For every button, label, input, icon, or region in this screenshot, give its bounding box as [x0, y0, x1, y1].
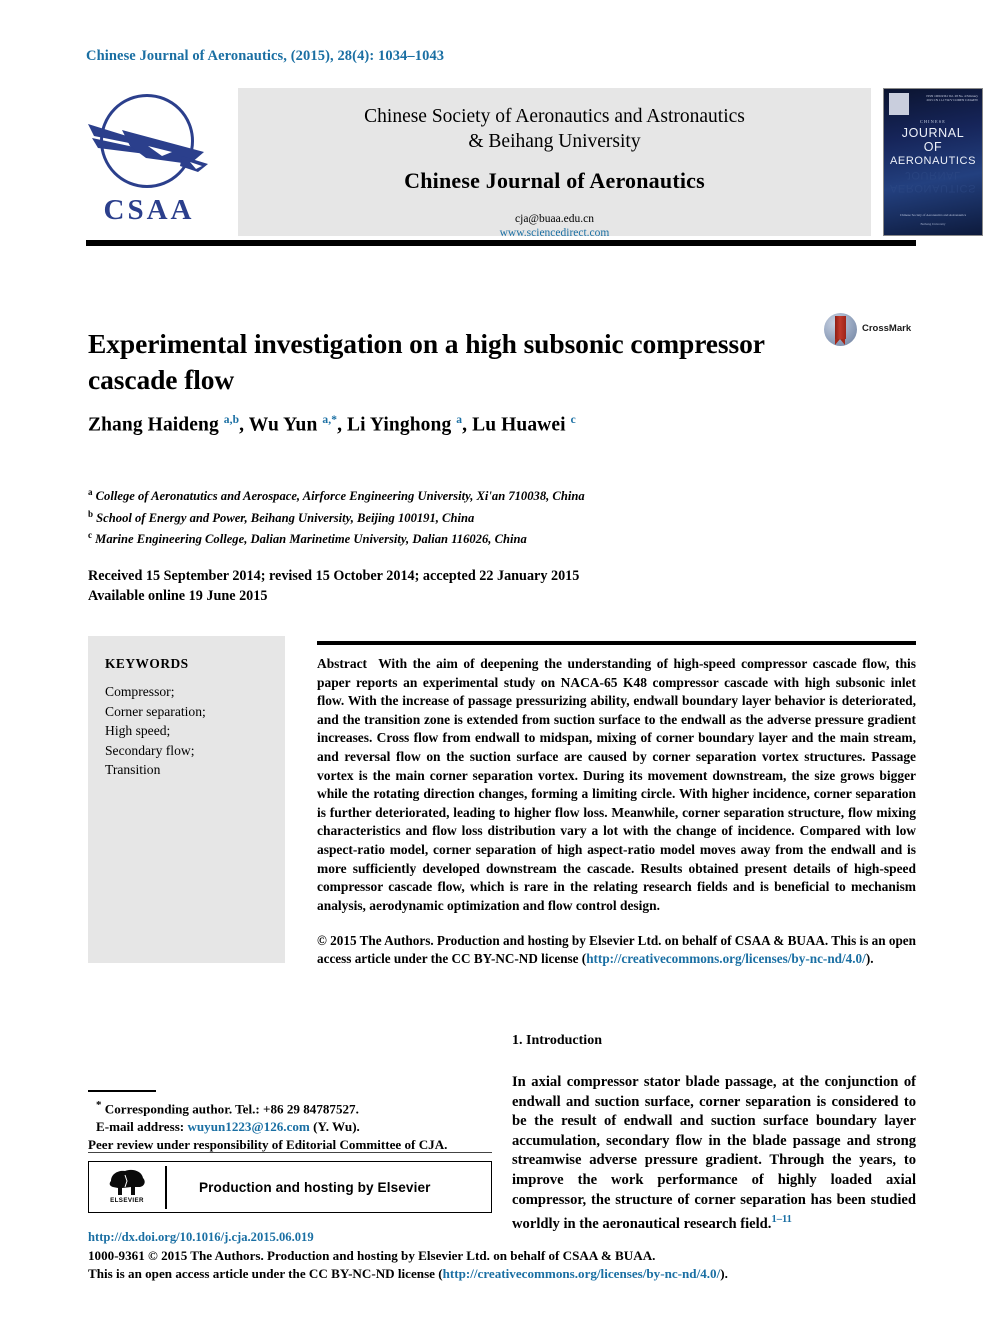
crossmark-icon: [824, 313, 857, 346]
header-grey-panel: Chinese Society of Aeronautics and Astro…: [238, 88, 871, 239]
elsevier-production-text: Production and hosting by Elsevier: [199, 1180, 431, 1195]
cover-title-reflection: AERONAUTICS JOURNAL: [884, 168, 982, 194]
abstract-copyright: © 2015 The Authors. Production and hosti…: [317, 932, 916, 969]
cover-reflection-line-2: JOURNAL: [905, 169, 961, 181]
affiliation-mark: a: [88, 487, 93, 497]
email-suffix: (Y. Wu).: [313, 1119, 360, 1135]
article-dates: Received 15 September 2014; revised 15 O…: [88, 566, 688, 606]
cover-issn-block: ISSN 1000-9361 Vol. 28 No. 4 February 20…: [926, 94, 978, 103]
running-head: Chinese Journal of Aeronautics, (2015), …: [86, 48, 445, 64]
cover-footer-line-2: Beihang University: [920, 222, 946, 226]
society-line-1: Chinese Society of Aeronautics and Astro…: [364, 106, 745, 127]
affiliation-text: School of Energy and Power, Beihang Univ…: [96, 510, 475, 525]
elsevier-wordmark: ELSEVIER: [110, 1197, 144, 1204]
cover-title-line-1: JOURNAL: [901, 126, 965, 140]
cover-chinese-label: CHINESE: [919, 119, 947, 124]
footer-license-pre: This is an open access article under the…: [88, 1266, 443, 1282]
journal-email: cja@buaa.edu.cn: [515, 213, 594, 225]
affiliation-text: Marine Engineering College, Dalian Marin…: [95, 532, 527, 547]
csaa-logo-text: CSAA: [103, 194, 195, 226]
sciencedirect-url[interactable]: www.sciencedirect.com: [238, 226, 871, 240]
abstract-text: With the aim of deepening the understand…: [317, 656, 917, 913]
abstract-top-rule: [317, 641, 916, 645]
journal-cover-thumbnail: ISSN 1000-9361 Vol. 28 No. 4 February 20…: [883, 88, 983, 236]
crossmark-badge[interactable]: CrossMark: [824, 313, 924, 347]
keywords-panel: KEYWORDS Compressor; Corner separation; …: [88, 636, 285, 963]
page-footer: http://dx.doi.org/10.1016/j.cja.2015.06.…: [88, 1228, 918, 1284]
cover-reflection-line-1: AERONAUTICS: [889, 182, 977, 194]
abstract-body: Abstract With the aim of deepening the u…: [317, 655, 916, 915]
asterisk-icon: *: [96, 1099, 102, 1111]
footer-license-line: This is an open access article under the…: [88, 1265, 918, 1284]
keywords-list: Compressor; Corner separation; High spee…: [105, 682, 206, 780]
footer-copyright-line: 1000-9361 © 2015 The Authors. Production…: [88, 1247, 656, 1263]
crossmark-bookmark-shape: [835, 316, 846, 345]
paper-page: Chinese Journal of Aeronautics, (2015), …: [0, 0, 992, 1323]
elsevier-tree-icon: [109, 1169, 145, 1195]
abstract-label: Abstract: [317, 656, 368, 671]
elsevier-logo: ELSEVIER: [103, 1167, 151, 1208]
header-divider-rule: [86, 240, 916, 246]
affiliation-list: a College of Aeronatutics and Aerospace,…: [88, 484, 878, 549]
elsevier-divider: [165, 1166, 167, 1209]
affiliation-text: College of Aeronatutics and Aerospace, A…: [95, 489, 585, 504]
cover-elsevier-logo: [889, 93, 909, 115]
introduction-text: In axial compressor stator blade passage…: [512, 1074, 916, 1233]
elsevier-production-box: ELSEVIER Production and hosting by Elsev…: [88, 1161, 492, 1213]
csaa-aircraft-icon: [88, 124, 208, 172]
cover-title-line-3: AERONAUTICS: [889, 155, 977, 167]
introduction-paragraph: In axial compressor stator blade passage…: [512, 1073, 916, 1235]
introduction-heading: 1. Introduction: [512, 1033, 602, 1048]
available-online-line: Available online 19 June 2015: [88, 588, 268, 604]
footnote-bottom-rule: [88, 1152, 492, 1154]
reference-citation[interactable]: 1–11: [771, 1214, 791, 1225]
affiliation-item: b School of Energy and Power, Beihang Un…: [88, 506, 878, 528]
keyword-item: Secondary flow;: [105, 742, 195, 758]
cover-footer-line-1: Chinese Society of Aeronautics and Astro…: [899, 213, 967, 217]
author-list: Zhang Haideng a,b, Wu Yun a,*, Li Yingho…: [88, 414, 576, 436]
society-line-2: & Beihang University: [468, 131, 641, 152]
keyword-item: Transition: [105, 762, 161, 777]
copyright-text-post: ).: [865, 951, 874, 967]
crossmark-label: CrossMark: [862, 323, 912, 334]
csaa-logo: CSAA: [86, 90, 212, 236]
journal-name: Chinese Journal of Aeronautics: [404, 168, 705, 193]
corresponding-author-line: * Corresponding author. Tel.: +86 29 847…: [88, 1096, 492, 1118]
page-title: Experimental investigation on a high sub…: [88, 328, 765, 396]
journal-header-band: CSAA Chinese Society of Aeronautics and …: [86, 88, 983, 239]
footer-cc-link[interactable]: http://creativecommons.org/licenses/by-n…: [443, 1266, 721, 1281]
footnote-block: * Corresponding author. Tel.: +86 29 847…: [88, 1096, 492, 1154]
keywords-heading: KEYWORDS: [105, 656, 189, 671]
doi-link[interactable]: http://dx.doi.org/10.1016/j.cja.2015.06.…: [88, 1228, 918, 1247]
email-label: E-mail address:: [96, 1119, 185, 1135]
affiliation-item: a College of Aeronatutics and Aerospace,…: [88, 484, 878, 506]
keyword-item: High speed;: [105, 723, 171, 738]
affiliation-mark: b: [88, 508, 94, 519]
cc-license-link[interactable]: http://creativecommons.org/licenses/by-n…: [586, 951, 866, 966]
keyword-item: Compressor;: [105, 684, 175, 699]
affiliation-item: c Marine Engineering College, Dalian Mar…: [88, 527, 878, 549]
cover-title-line-2: OF: [923, 140, 943, 154]
cover-title: JOURNAL OF AERONAUTICS: [884, 126, 982, 168]
email-line: E-mail address: wuyun1223@126.com (Y. Wu…: [88, 1118, 492, 1136]
footer-license-post: ).: [720, 1266, 728, 1282]
affiliation-mark: c: [88, 530, 92, 541]
author-email-link[interactable]: wuyun1223@126.com: [187, 1119, 309, 1134]
corresponding-author-text: Corresponding author. Tel.: +86 29 84787…: [104, 1101, 359, 1117]
footnote-rule: [88, 1090, 156, 1092]
received-line: Received 15 September 2014; revised 15 O…: [88, 568, 580, 584]
keyword-item: Corner separation;: [105, 703, 206, 719]
